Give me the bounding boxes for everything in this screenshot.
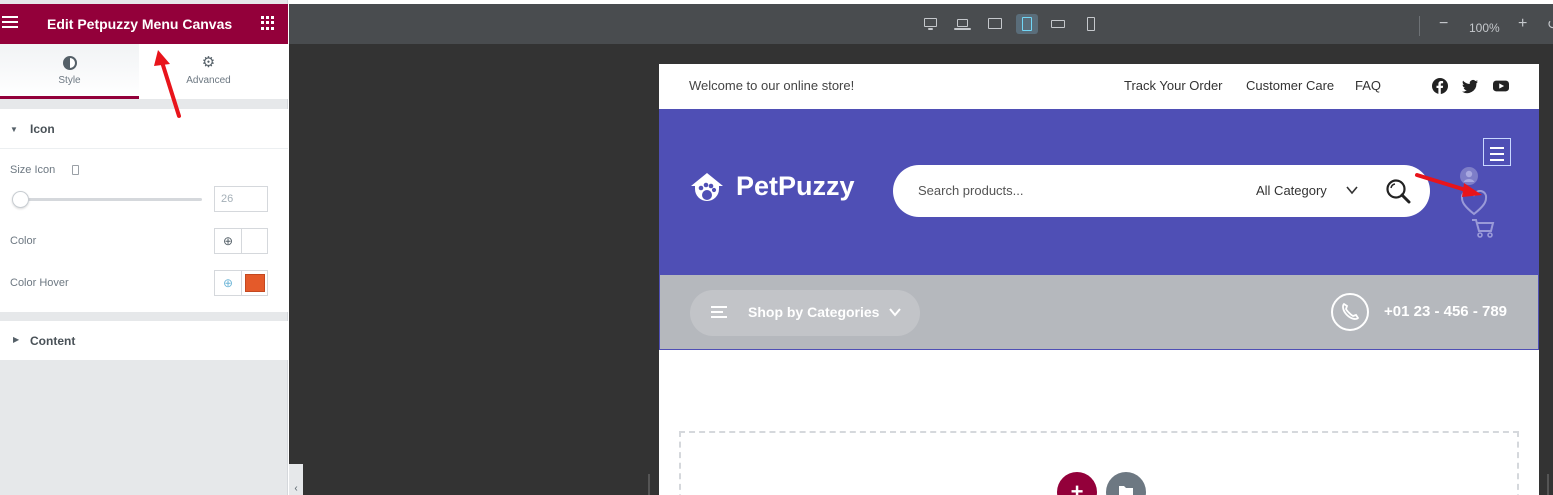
laptop-icon[interactable] [951,14,973,34]
category-select[interactable]: All Category [1256,183,1327,198]
content-section-header[interactable]: ▶ Content [0,321,288,361]
editor-panel: Edit Petpuzzy Menu Canvas Style ⚙ Advanc… [0,0,288,495]
desktop-icon[interactable] [919,14,941,34]
welcome-text: Welcome to our online store! [689,78,855,93]
resize-handle[interactable] [1547,474,1549,495]
annotation-arrow-icon [1415,173,1482,197]
color-picker[interactable]: ⊕ [214,228,268,254]
faq-link[interactable]: FAQ [1355,78,1381,93]
caret-right-icon: ▶ [13,335,20,344]
responsive-device-icon[interactable] [72,165,79,175]
youtube-icon[interactable] [1493,78,1509,94]
add-section-drop-zone[interactable] [679,431,1519,495]
template-library-button[interactable] [1106,472,1146,495]
search-icon[interactable] [1385,178,1411,204]
zoom-in-icon[interactable]: + [1518,16,1527,32]
shop-by-categories-label: Shop by Categories [748,304,880,320]
panel-header: Edit Petpuzzy Menu Canvas [0,4,288,44]
gear-icon: ⚙ [201,54,216,71]
categories-menu-icon [711,306,727,318]
color-label: Color [10,235,37,247]
site-topbar: Welcome to our online store! Track Your … [659,64,1539,109]
chevron-down-icon [889,308,901,317]
zoom-level: 100% [1469,21,1500,35]
tab-style[interactable]: Style [0,44,139,99]
folder-icon [1119,486,1133,495]
hamburger-menu-icon[interactable] [2,16,18,30]
globe-icon[interactable]: ⊕ [215,271,242,295]
size-slider-track[interactable] [16,198,202,201]
track-order-link[interactable]: Track Your Order [1124,78,1223,93]
search-input[interactable]: Search products... [918,183,1024,198]
half-circle-icon [62,56,77,70]
widgets-grid-icon[interactable] [261,16,275,30]
panel-tabs: Style ⚙ Advanced [0,44,288,99]
search-bar[interactable]: Search products... All Category [893,165,1430,217]
paw-house-logo-icon[interactable] [689,171,725,207]
icon-section: ▼ Icon Size Icon 26 Color ⊕ Color Hover … [0,109,288,312]
site-logo-text[interactable]: PetPuzzy [736,171,855,202]
zoom-out-icon[interactable]: − [1439,16,1448,32]
site-navbar: Shop by Categories +01 23 - 456 - 789 [659,274,1539,350]
size-slider-handle[interactable] [12,191,29,208]
content-section[interactable]: ▶ Content [0,321,288,360]
mobile-icon[interactable] [1080,14,1102,34]
zoom-reset-icon[interactable]: ↺ [1547,17,1553,31]
tab-style-label: Style [58,75,81,86]
color-swatch[interactable] [245,232,265,250]
phone-icon[interactable] [1331,293,1369,331]
panel-title: Edit Petpuzzy Menu Canvas [47,16,233,32]
content-section-title: Content [30,334,76,348]
phone-number[interactable]: +01 23 - 456 - 789 [1384,303,1507,320]
tablet-landscape-icon[interactable] [984,14,1006,34]
caret-down-icon: ▼ [10,125,18,134]
globe-icon[interactable]: ⊕ [215,229,242,253]
color-hover-label: Color Hover [10,277,69,289]
resize-handle[interactable] [648,474,650,495]
canvas-menu-hamburger-icon[interactable] [1483,138,1511,166]
panel-collapse-handle[interactable]: ‹ [289,464,303,495]
size-icon-input[interactable]: 26 [214,186,268,212]
site-header: PetPuzzy Search products... All Category [659,109,1539,274]
responsive-toolbar: − 100% + ↺ [289,4,1553,44]
color-hover-swatch[interactable] [245,274,265,292]
chevron-down-icon[interactable] [1345,183,1359,197]
cart-icon[interactable] [1471,217,1495,239]
toolbar-divider [1419,16,1420,36]
site-preview: Welcome to our online store! Track Your … [659,64,1539,495]
icon-section-title: Icon [30,122,55,136]
customer-care-link[interactable]: Customer Care [1246,78,1334,93]
twitter-icon[interactable] [1462,78,1478,94]
annotation-arrow-icon [154,50,181,118]
mobile-landscape-icon[interactable] [1047,14,1069,34]
size-icon-label: Size Icon [10,164,56,176]
tablet-icon[interactable] [1016,14,1038,34]
facebook-icon[interactable] [1432,78,1448,94]
icon-section-header[interactable]: ▼ Icon [0,109,288,149]
shop-by-categories-button[interactable]: Shop by Categories [690,290,920,336]
color-hover-picker[interactable]: ⊕ [214,270,268,296]
